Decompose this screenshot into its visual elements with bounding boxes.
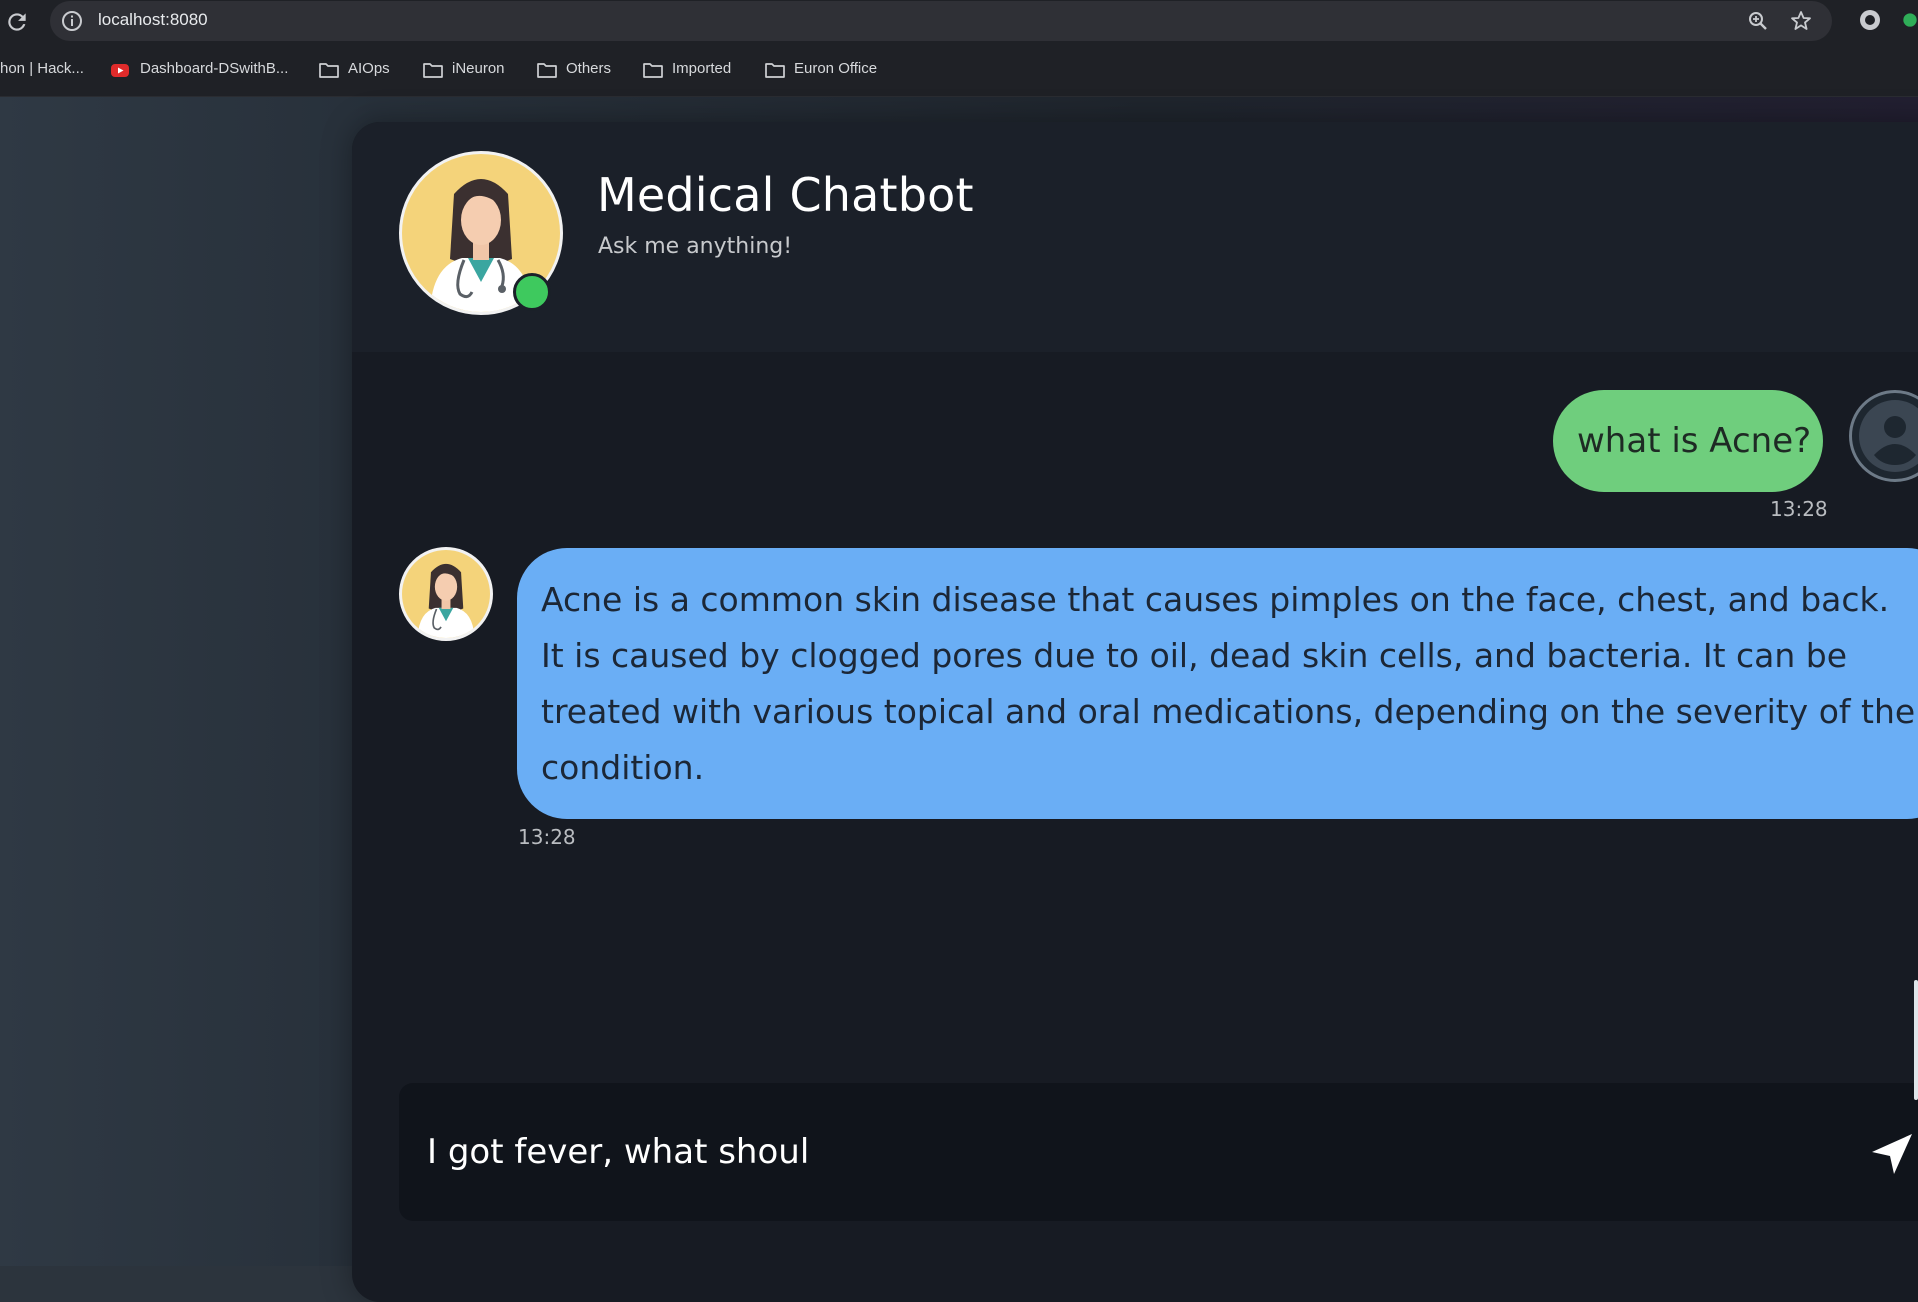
bot-message-text: Acne is a common skin disease that cause…	[541, 580, 1916, 787]
bookmark-label: Euron Office	[794, 60, 878, 77]
zoom-icon[interactable]	[1746, 9, 1770, 33]
bookmark-label: Dashboard-DSwithB...	[140, 60, 289, 77]
bookmark-label: AIOps	[348, 60, 390, 77]
folder-icon	[643, 63, 663, 78]
user-message-time: 13:28	[1770, 497, 1828, 521]
extension-icon-green[interactable]	[1902, 8, 1918, 32]
reload-icon[interactable]	[4, 9, 30, 35]
site-info-icon[interactable]	[60, 9, 84, 33]
folder-icon	[765, 63, 785, 78]
bookmark-label: Imported	[672, 60, 732, 77]
user-message-text: what is Acne?	[1577, 421, 1812, 461]
url-text[interactable]: localhost:8080	[98, 0, 208, 40]
send-icon	[1872, 1134, 1912, 1174]
chat-header	[352, 122, 1918, 352]
bookmark-label: Others	[566, 60, 612, 77]
bookmarks-bar: hon | Hack... Dashboard-DSwithB... AIOps…	[0, 44, 1918, 97]
extension-icon[interactable]	[1858, 8, 1882, 32]
online-status-dot	[513, 273, 551, 311]
user-avatar-icon	[1849, 390, 1918, 482]
folder-icon	[319, 63, 339, 78]
folder-icon	[423, 63, 443, 78]
browser-toolbar: localhost:8080	[0, 0, 1918, 44]
bot-avatar-icon	[399, 547, 493, 641]
bookmark-star-icon[interactable]	[1789, 9, 1813, 33]
message-input[interactable]	[427, 1122, 1827, 1182]
bookmark-label: iNeuron	[452, 60, 505, 77]
bot-message-time: 13:28	[518, 825, 576, 849]
scrollbar-edge	[1914, 980, 1918, 1100]
chatbot-title: Medical Chatbot	[597, 168, 974, 222]
address-bar[interactable]	[50, 1, 1832, 41]
bookmark-label: hon | Hack...	[0, 60, 84, 77]
folder-icon	[537, 63, 557, 78]
chatbot-subtitle: Ask me anything!	[598, 234, 793, 259]
send-button[interactable]	[1866, 1128, 1918, 1180]
youtube-icon	[111, 64, 129, 77]
bookmark-item[interactable]: hon | Hack...	[0, 44, 84, 96]
